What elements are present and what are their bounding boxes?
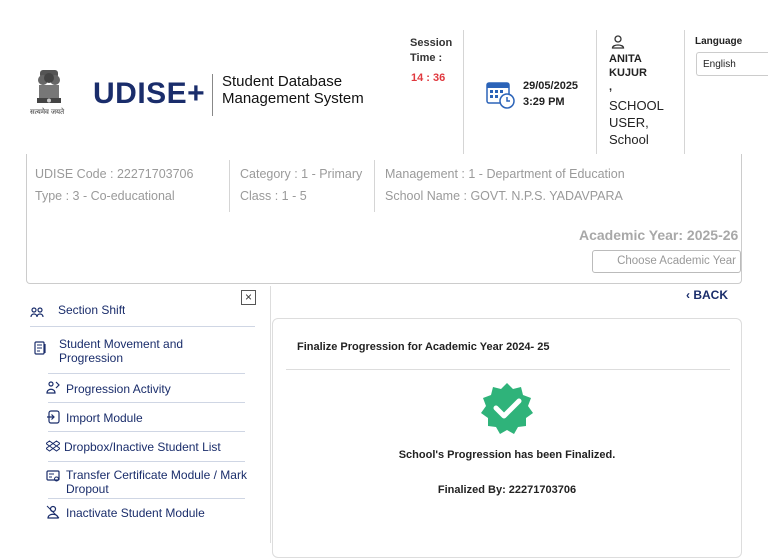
- sidebar-divider: [48, 431, 245, 432]
- card-title: Finalize Progression for Academic Year 2…: [297, 341, 550, 353]
- info-separator: [229, 160, 230, 212]
- brand-divider: [212, 74, 213, 116]
- user-name: ANITA KUJUR ,: [609, 52, 669, 94]
- sidebar-divider: [48, 461, 245, 462]
- sidebar-close-button[interactable]: ×: [241, 290, 256, 305]
- sidebar-item-label: Student Movement and Progression: [59, 337, 183, 365]
- session-label-line2: Time :: [410, 52, 443, 64]
- student-movement-icon: [34, 341, 46, 355]
- section-shift-icon: [30, 307, 44, 318]
- current-datetime: 29/05/2025 3:29 PM: [523, 78, 578, 110]
- sidebar-item-label: Import Module: [66, 411, 143, 425]
- emblem-motto: सत्यमेव जयते: [30, 109, 65, 116]
- inactivate-student-icon: [46, 505, 60, 519]
- import-icon: [47, 410, 60, 424]
- system-name-line2: Management System: [222, 90, 364, 107]
- user-role-line3: School: [609, 132, 649, 147]
- school-management: Management : 1 - Department of Education: [385, 167, 625, 181]
- sidebar-item-label: Progression Activity: [66, 382, 171, 396]
- sidebar-item-label: Section Shift: [58, 303, 126, 314]
- language-select[interactable]: English: [696, 52, 768, 76]
- card-divider: [286, 369, 730, 370]
- user-name-comma: ,: [609, 81, 613, 93]
- school-type: Type : 3 - Co-educational: [35, 189, 175, 203]
- sidebar-item-label-line1: Transfer Certificate Module / Mark: [66, 468, 247, 482]
- session-timer: 14 : 36: [411, 72, 446, 84]
- sidebar-item-label: Dropbox/Inactive Student List: [64, 440, 221, 454]
- transfer-certificate-icon: [46, 470, 60, 482]
- session-label-line1: Session: [410, 37, 453, 49]
- user-icon: [611, 35, 625, 49]
- user-role-line2: USER,: [609, 115, 649, 130]
- finalized-by: Finalized By: 22271703706: [437, 484, 577, 496]
- main-divider: [270, 286, 271, 543]
- sidebar-divider: [48, 498, 245, 499]
- calendar-clock-icon: [486, 82, 515, 109]
- progression-activity-icon: [46, 381, 60, 394]
- user-name-line2: KUJUR: [609, 67, 647, 79]
- verified-badge-icon: [481, 383, 533, 434]
- finalized-message: School's Progression has been Finalized.: [398, 449, 616, 461]
- header-separator: [684, 30, 685, 154]
- back-button[interactable]: ‹ BACK: [686, 288, 728, 302]
- user-role: SCHOOL USER, School: [609, 97, 679, 148]
- school-class: Class : 1 - 5: [240, 189, 307, 203]
- school-category: Category : 1 - Primary: [240, 167, 363, 181]
- session-label: Session Time :: [410, 36, 460, 66]
- header-separator: [463, 30, 464, 154]
- sidebar-item-label: Inactivate Student Module: [66, 506, 205, 520]
- user-role-line1: SCHOOL: [609, 98, 664, 113]
- choose-academic-year-button[interactable]: Choose Academic Year: [592, 250, 741, 273]
- sidebar-item-label: Transfer Certificate Module / Mark Dropo…: [66, 468, 247, 496]
- brand-logo: UDISE+: [93, 77, 206, 110]
- sidebar-item-label-line1: Student Movement and: [59, 337, 184, 351]
- sidebar-divider: [48, 373, 245, 374]
- sidebar-item-label-line2: Progression: [59, 351, 124, 365]
- system-name: Student Database Management System: [222, 73, 382, 107]
- sidebar-divider: [30, 326, 255, 327]
- header-separator: [596, 30, 597, 154]
- dropbox-icon: [46, 440, 60, 452]
- sidebar-item-label-line2: Dropout: [66, 482, 109, 496]
- info-separator: [374, 160, 375, 212]
- system-name-line1: Student Database: [222, 73, 343, 90]
- academic-year: Academic Year: 2025-26: [579, 227, 739, 243]
- school-name: School Name : GOVT. N.P.S. YADAVPARA: [385, 189, 623, 203]
- progression-card: [272, 318, 742, 558]
- language-label: Language: [695, 36, 743, 47]
- udise-code: UDISE Code : 22271703706: [35, 167, 194, 181]
- current-date: 29/05/2025: [523, 80, 579, 92]
- user-name-line1: ANITA: [609, 53, 642, 65]
- back-label: BACK: [693, 288, 729, 302]
- sidebar-divider: [48, 402, 245, 403]
- current-time: 3:29 PM: [523, 96, 565, 108]
